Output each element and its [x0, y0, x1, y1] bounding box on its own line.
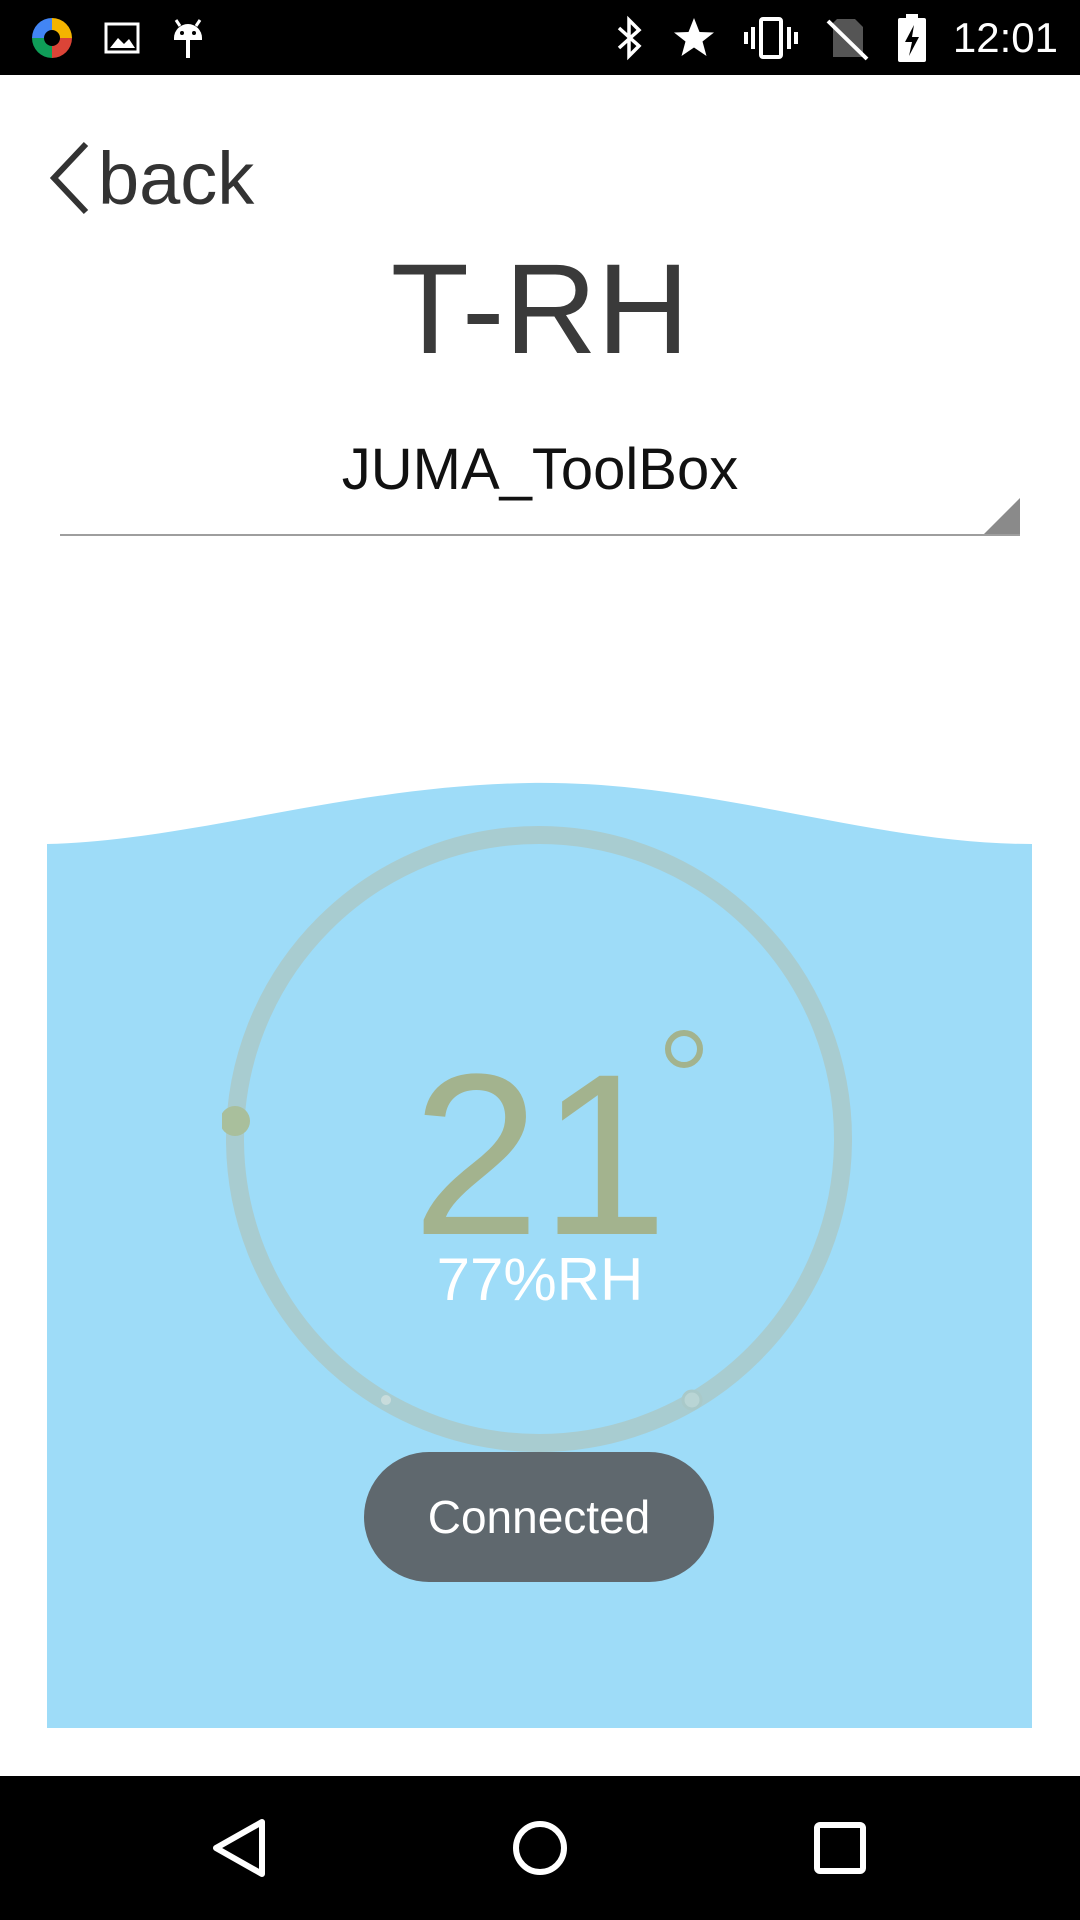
device-select-underline	[60, 534, 1020, 536]
bluetooth-icon	[613, 14, 645, 62]
device-select[interactable]: JUMA_ToolBox	[60, 420, 1020, 536]
gauge-handle	[222, 1106, 250, 1136]
humidity-value: 77%RH	[436, 1246, 644, 1313]
dropdown-caret-icon	[984, 498, 1020, 534]
back-label: back	[98, 136, 255, 220]
battery-charging-icon	[897, 13, 927, 63]
status-bar-right: 12:01	[613, 12, 1058, 64]
status-bar: 12:01	[0, 0, 1080, 75]
toast-message: Connected	[427, 1491, 651, 1543]
recents-nav-icon[interactable]	[800, 1808, 880, 1888]
back-button[interactable]: back	[46, 128, 254, 228]
status-bar-left	[28, 12, 208, 64]
degree-symbol-icon	[665, 1030, 703, 1068]
page-title: T-RH	[390, 238, 690, 381]
image-icon	[102, 18, 142, 58]
connection-toast: Connected	[364, 1452, 714, 1582]
home-nav-icon[interactable]	[500, 1808, 580, 1888]
navigation-bar	[0, 1776, 1080, 1920]
no-sim-icon	[825, 15, 871, 61]
gauge-tick-right	[681, 1389, 703, 1411]
status-time: 12:01	[952, 14, 1058, 61]
chevron-left-icon	[46, 138, 94, 218]
android-debug-icon	[168, 14, 208, 62]
app-store-icon	[28, 14, 76, 62]
gauge-tick-left	[381, 1395, 391, 1405]
device-select-value: JUMA_ToolBox	[341, 437, 739, 502]
star-icon	[671, 15, 717, 61]
back-nav-icon[interactable]	[200, 1808, 280, 1888]
vibrate-icon	[743, 15, 799, 61]
temperature-value: 21	[412, 1026, 668, 1283]
